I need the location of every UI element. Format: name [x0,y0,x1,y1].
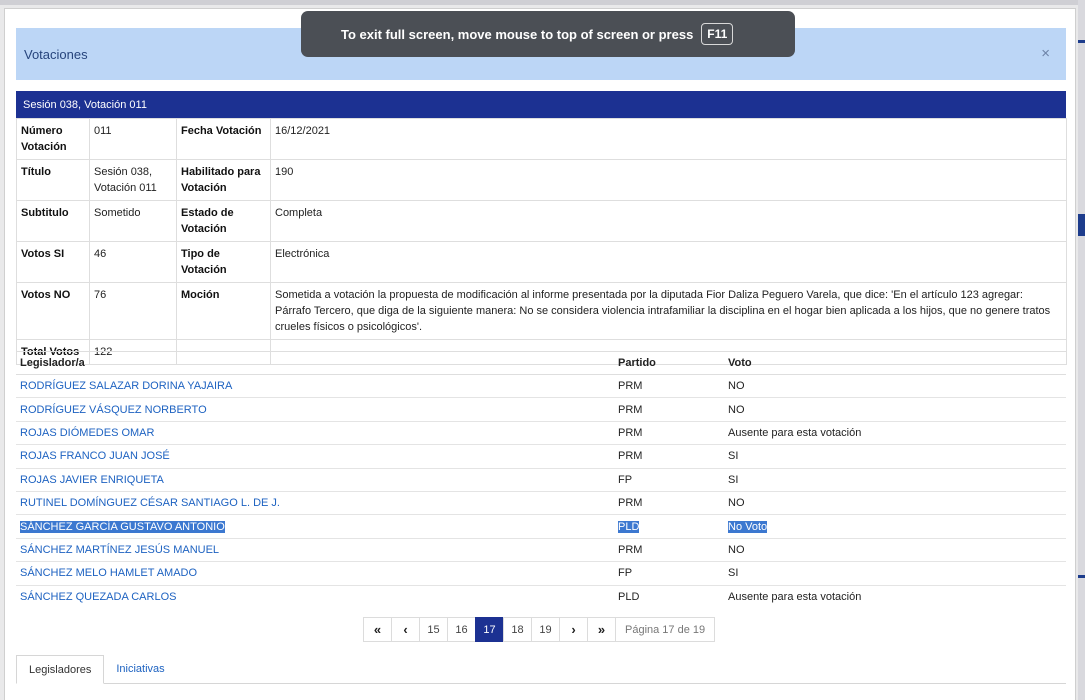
table-row: RODRÍGUEZ VÁSQUEZ NORBERTO PRM NO [16,397,1066,422]
last-page-icon[interactable]: » [587,617,616,642]
party-cell: PRM [614,397,724,422]
party-cell: FP [614,561,724,586]
vote-cell: NO [724,397,1066,422]
party-cell: PRM [614,538,724,563]
legislator-link[interactable]: ROJAS DIÓMEDES OMAR [20,427,154,439]
info-value: 190 [270,159,1067,201]
table-row: ROJAS FRANCO JUAN JOSÉ PRM SI [16,444,1066,469]
table-row: ROJAS DIÓMEDES OMAR PRM Ausente para est… [16,421,1066,446]
info-label: Habilitado para Votación [176,159,271,201]
table-row: RODRÍGUEZ SALAZAR DORINA YAJAIRA PRM NO [16,374,1066,399]
vote-cell: Ausente para esta votación [724,421,1066,446]
legislators-table: Legislador/a Partido Voto RODRÍGUEZ SALA… [16,351,1066,608]
pagination: « ‹ 15 16 17 18 19 › » Página 17 de 19 [363,617,716,642]
column-header-legislator: Legislador/a [16,351,614,375]
column-header-party: Partido [614,351,724,375]
f11-key-badge: F11 [701,23,734,45]
info-row: Votos NO 76 Moción Sometida a votación l… [16,282,1067,340]
info-value: 16/12/2021 [270,118,1067,160]
info-value: 46 [89,241,177,283]
tab-legisladores[interactable]: Legisladores [16,655,105,684]
vote-cell: SI [724,561,1066,586]
info-label: Votos SI [16,241,90,283]
page-button-19[interactable]: 19 [531,617,560,642]
legislator-link[interactable]: RUTINEL DOMÍNGUEZ CÉSAR SANTIAGO L. DE J… [20,497,280,509]
first-page-icon[interactable]: « [363,617,392,642]
party-cell: PLD [618,590,640,603]
votaciones-modal: Votaciones × Sesión 038, Votación 011 Nú… [4,8,1076,700]
vote-info-table: Número Votación 011 Fecha Votación 16/12… [16,118,1067,365]
vote-cell: NO [724,374,1066,399]
info-label: Tipo de Votación [176,241,271,283]
background-mark [1078,575,1085,578]
vote-cell: SI [724,444,1066,469]
party-cell: FP [614,468,724,492]
party-cell: PRM [614,491,724,516]
vote-cell: No Voto [728,520,768,533]
tab-iniciativas[interactable]: Iniciativas [104,655,176,683]
vote-cell: NO [724,538,1066,563]
info-label: Título [16,159,90,201]
prev-page-icon[interactable]: ‹ [391,617,420,642]
info-row: Votos SI 46 Tipo de Votación Electrónica [16,241,1067,283]
info-label: Subtitulo [16,200,90,242]
background-page-edge [0,0,1085,5]
party-cell: PRM [614,444,724,469]
legislator-link[interactable]: RODRÍGUEZ VÁSQUEZ NORBERTO [20,404,207,416]
info-value: Electrónica [270,241,1067,283]
table-header-row: Legislador/a Partido Voto [16,351,1066,375]
mocion-text: Sometida a votación la propuesta de modi… [270,282,1067,340]
table-row: SÁNCHEZ MELO HAMLET AMADO FP SI [16,561,1066,586]
info-row: Título Sesión 038, Votación 011 Habilita… [16,159,1067,201]
legislator-link[interactable]: SÁNCHEZ GARCÍA GUSTAVO ANTONIO [20,520,225,533]
page-button-16[interactable]: 16 [447,617,476,642]
modal-tabs: Legisladores Iniciativas [16,655,1066,684]
toast-message: To exit full screen, move mouse to top o… [341,26,694,42]
legislator-link[interactable]: SÁNCHEZ MELO HAMLET AMADO [20,567,197,579]
info-label: Moción [176,282,271,340]
info-label: Número Votación [16,118,90,160]
info-row: Subtitulo Sometido Estado de Votación Co… [16,200,1067,242]
party-cell: PRM [614,421,724,446]
info-label: Estado de Votación [176,200,271,242]
info-label: Votos NO [16,282,90,340]
table-row: SÁNCHEZ MARTÍNEZ JESÚS MANUEL PRM NO [16,538,1066,563]
vote-cell: SI [724,468,1066,492]
info-value: Completa [270,200,1067,242]
table-row-selected: SÁNCHEZ GARCÍA GUSTAVO ANTONIO PLD No Vo… [16,514,1066,539]
vote-cell: Ausente para esta votación [728,590,862,603]
background-mark [1078,40,1085,43]
party-cell: PLD [618,520,640,533]
table-row: SÁNCHEZ QUEZADA CARLOS PLD Ausente para … [16,585,1066,608]
legislator-link[interactable]: SÁNCHEZ MARTÍNEZ JESÚS MANUEL [20,544,219,556]
page-button-18[interactable]: 18 [503,617,532,642]
modal-title: Votaciones [24,47,88,62]
info-value: Sometido [89,200,177,242]
legislator-link[interactable]: ROJAS FRANCO JUAN JOSÉ [20,450,170,462]
info-value: 011 [89,118,177,160]
legislator-link[interactable]: ROJAS JAVIER ENRIQUETA [20,474,164,486]
vote-cell: NO [724,491,1066,516]
background-page-right [1078,0,1085,700]
info-value: 76 [89,282,177,340]
page-button-17-active[interactable]: 17 [475,617,504,642]
legislator-link[interactable]: SÁNCHEZ QUEZADA CARLOS [20,591,176,603]
page-button-15[interactable]: 15 [419,617,448,642]
info-value: Sesión 038, Votación 011 [89,159,177,201]
info-row: Número Votación 011 Fecha Votación 16/12… [16,118,1067,160]
info-label: Fecha Votación [176,118,271,160]
table-row: ROJAS JAVIER ENRIQUETA FP SI [16,468,1066,492]
party-cell: PRM [614,374,724,399]
background-mark [1078,214,1085,236]
close-icon[interactable]: × [1041,45,1050,62]
fullscreen-toast: To exit full screen, move mouse to top o… [301,11,795,57]
next-page-icon[interactable]: › [559,617,588,642]
legislator-link[interactable]: RODRÍGUEZ SALAZAR DORINA YAJAIRA [20,380,232,392]
session-title-bar: Sesión 038, Votación 011 [16,91,1066,118]
table-row: RUTINEL DOMÍNGUEZ CÉSAR SANTIAGO L. DE J… [16,491,1066,516]
column-header-vote: Voto [724,351,1066,375]
page-info: Página 17 de 19 [615,617,716,642]
